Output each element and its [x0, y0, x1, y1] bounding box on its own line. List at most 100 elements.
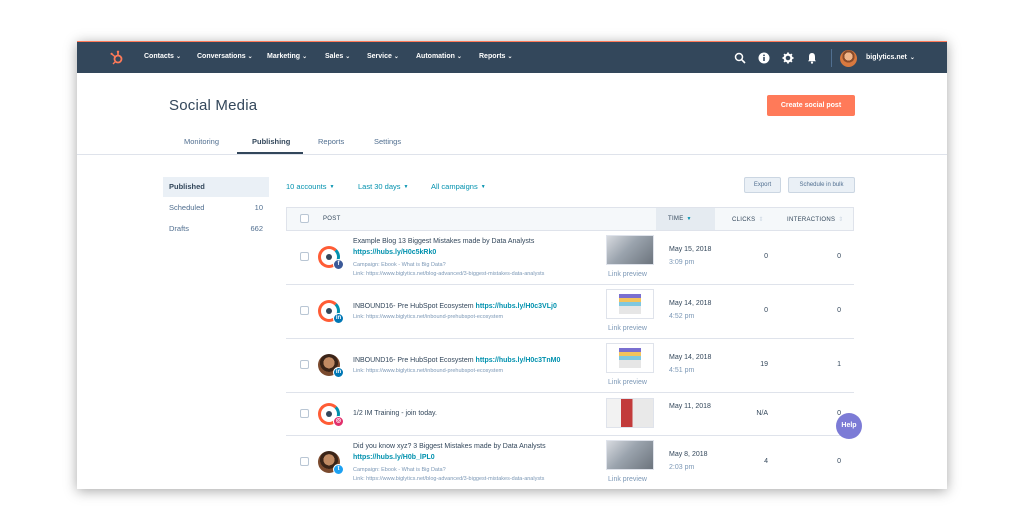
column-header-post: POST	[323, 216, 341, 222]
post-thumbnail	[606, 398, 654, 428]
avatar[interactable]	[840, 50, 857, 67]
export-button[interactable]: Export	[744, 177, 781, 193]
post-time: 3:09 pm	[669, 259, 695, 266]
tab-settings[interactable]: Settings	[374, 137, 401, 146]
sidebar-item-label: Published	[169, 182, 205, 191]
clicks-value: 0	[764, 307, 768, 314]
post-time: 2:03 pm	[669, 464, 695, 471]
post-message: 1/2 IM Training - join today.	[353, 410, 437, 417]
schedule-in-bulk-button[interactable]: Schedule in bulk	[788, 177, 855, 193]
account-name: biglytics.net	[866, 54, 907, 61]
tab-monitoring[interactable]: Monitoring	[184, 137, 219, 146]
post-campaign: Campaign: Ebook - What is Big Data?	[353, 467, 446, 473]
tab-publishing[interactable]: Publishing	[252, 137, 290, 146]
row-checkbox[interactable]	[300, 409, 309, 418]
post-thumbnail	[606, 440, 654, 470]
linkedin-icon: in	[333, 367, 344, 378]
post-link-url: Link: https://www.biglytics.net/inbound-…	[353, 314, 504, 320]
nav-automation[interactable]: Automation ⌄	[416, 53, 462, 60]
accounts-filter-dropdown[interactable]: 10 accounts ▼	[286, 182, 334, 191]
sidebar-item-label: Drafts	[169, 224, 190, 233]
sidebar-item-drafts[interactable]: Drafts 662	[163, 219, 269, 239]
help-icon[interactable]	[758, 52, 770, 64]
clicks-value: 0	[764, 253, 768, 260]
post-text: INBOUND16- Pre HubSpot Ecosystem https:/…	[353, 301, 601, 312]
clicks-value: 19	[760, 361, 768, 368]
chevron-down-icon: ⌄	[175, 54, 181, 60]
post-date: May 8, 2018	[669, 451, 708, 458]
link-preview[interactable]: Link preview	[608, 271, 647, 278]
chevron-down-icon: ⌄	[456, 54, 462, 60]
post-text: INBOUND16- Pre HubSpot Ecosystem https:/…	[353, 355, 601, 366]
post-message: Example Blog 13 Biggest Mistakes made by…	[353, 238, 535, 245]
post-date: May 14, 2018	[669, 300, 712, 307]
column-header-clicks[interactable]: CLICKS ⇕	[732, 216, 764, 223]
interactions-value: 0	[837, 410, 841, 417]
filter-label: All campaigns	[431, 182, 478, 191]
page-title: Social Media	[169, 97, 258, 114]
post-message: INBOUND16- Pre HubSpot Ecosystem	[353, 357, 476, 364]
tabs-divider	[77, 154, 947, 155]
hubspot-logo-icon[interactable]	[109, 50, 125, 66]
sidebar-item-count: 662	[250, 224, 263, 233]
interactions-value: 1	[837, 361, 841, 368]
post-date: May 14, 2018	[669, 354, 712, 361]
sidebar-item-published[interactable]: Published	[163, 177, 269, 197]
caret-down-icon: ▼	[403, 184, 409, 190]
row-checkbox[interactable]	[300, 252, 309, 261]
chevron-down-icon: ⌄	[507, 54, 513, 60]
row-checkbox[interactable]	[300, 457, 309, 466]
post-text: Example Blog 13 Biggest Mistakes made by…	[353, 236, 601, 258]
post-short-link[interactable]: https://hubs.ly/H0c5kRk0	[353, 249, 436, 256]
post-short-link[interactable]: https://hubs.ly/H0b_lPL0	[353, 454, 435, 461]
help-button[interactable]: Help	[836, 413, 862, 439]
post-text: 1/2 IM Training - join today.	[353, 408, 601, 419]
post-time: 4:51 pm	[669, 367, 695, 374]
table-row[interactable]: t Did you know xyz? 3 Biggest Mistakes m…	[286, 436, 854, 489]
nav-marketing[interactable]: Marketing ⌄	[267, 53, 307, 60]
top-navigation: Contacts ⌄ Conversations ⌄ Marketing ⌄ Sale…	[77, 41, 947, 73]
table-row[interactable]: ◎ 1/2 IM Training - join today. May 11, …	[286, 393, 854, 436]
link-preview[interactable]: Link preview	[608, 476, 647, 483]
nav-service[interactable]: Service ⌄	[367, 53, 399, 60]
post-thumbnail	[606, 235, 654, 265]
column-header-label: CLICKS	[732, 217, 756, 223]
chevron-down-icon: ⌄	[909, 55, 915, 61]
sidebar-item-scheduled[interactable]: Scheduled 10	[163, 198, 269, 218]
post-link-url: Link: https://www.biglytics.net/blog-adv…	[353, 476, 545, 482]
select-all-checkbox[interactable]	[300, 214, 309, 223]
tab-reports[interactable]: Reports	[318, 137, 344, 146]
column-header-label: TIME	[668, 216, 684, 222]
filter-label: 10 accounts	[286, 182, 327, 191]
nav-reports[interactable]: Reports ⌄	[479, 53, 512, 60]
link-preview[interactable]: Link preview	[608, 379, 647, 386]
post-date: May 11, 2018	[669, 403, 711, 410]
table-row[interactable]: in INBOUND16- Pre HubSpot Ecosystem http…	[286, 285, 854, 339]
create-social-post-button[interactable]: Create social post	[767, 95, 855, 116]
gear-icon[interactable]	[782, 52, 794, 64]
nav-contacts[interactable]: Contacts ⌄	[144, 53, 181, 60]
post-short-link[interactable]: https://hubs.ly/H0c3VLj0	[476, 303, 557, 310]
bell-icon[interactable]	[806, 52, 818, 64]
date-range-dropdown[interactable]: Last 30 days ▼	[358, 182, 408, 191]
link-preview[interactable]: Link preview	[608, 325, 647, 332]
table-row[interactable]: in INBOUND16- Pre HubSpot Ecosystem http…	[286, 339, 854, 393]
search-icon[interactable]	[734, 52, 746, 64]
linkedin-icon: in	[333, 313, 344, 324]
column-header-label: INTERACTIONS	[787, 217, 836, 223]
post-short-link[interactable]: https://hubs.ly/H0c3TnM0	[476, 357, 561, 364]
nav-conversations[interactable]: Conversations ⌄	[197, 53, 253, 60]
column-header-interactions[interactable]: INTERACTIONS ⇕	[787, 216, 844, 223]
nav-label: Automation	[416, 53, 455, 60]
column-header-time[interactable]: TIME ▼	[668, 216, 692, 222]
table-row[interactable]: f Example Blog 13 Biggest Mistakes made …	[286, 231, 854, 285]
campaigns-filter-dropdown[interactable]: All campaigns ▼	[431, 182, 486, 191]
row-checkbox[interactable]	[300, 306, 309, 315]
caret-down-icon: ▼	[329, 184, 335, 190]
nav-sales[interactable]: Sales ⌄	[325, 53, 350, 60]
post-link-url: Link: https://www.biglytics.net/inbound-…	[353, 368, 504, 374]
account-menu[interactable]: biglytics.net ⌄	[866, 54, 915, 61]
row-checkbox[interactable]	[300, 360, 309, 369]
table-header: POST TIME ▼ CLICKS ⇕ INTERACTIONS ⇕	[286, 207, 854, 231]
interactions-value: 0	[837, 307, 841, 314]
